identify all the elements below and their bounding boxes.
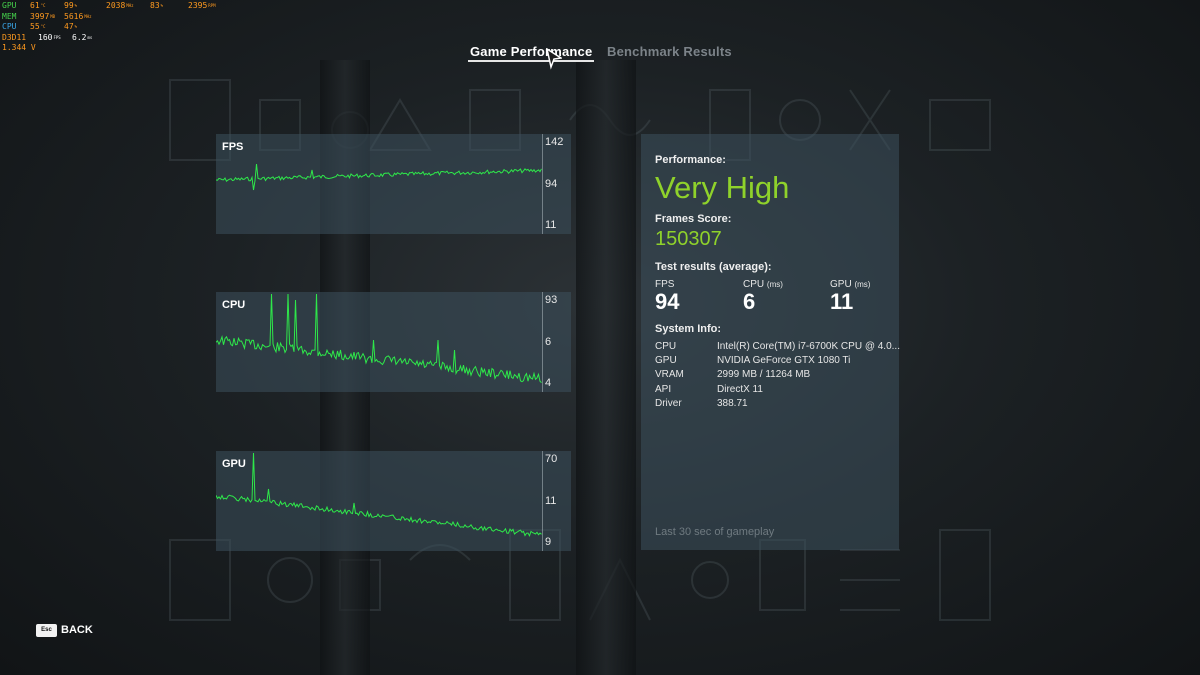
osd-label: GPU [2, 1, 17, 10]
osd-label: CPU [2, 22, 17, 31]
graph-axis [542, 292, 543, 392]
system-info-key-gpu: GPU [655, 355, 677, 366]
gpu-graph-panel: GPU 70 11 9 [216, 451, 571, 551]
mouse-cursor-icon [546, 48, 562, 70]
tab-bar: Game Performance Benchmark Results [0, 44, 1200, 66]
tick-label: 93 [545, 294, 558, 306]
system-info-key-api: API [655, 384, 672, 395]
frames-score-value: 150307 [655, 228, 722, 250]
osd-value: 160FPS [38, 32, 61, 42]
graph-axis [542, 451, 543, 551]
system-info-value-driver: 388.71 [717, 398, 748, 409]
osd-value: 47% [64, 22, 78, 31]
footnote-last-30-sec: Last 30 sec of gameplay [655, 526, 775, 538]
performance-summary-panel: Performance: Very High Frames Score: 150… [641, 134, 900, 550]
background-pillar-center [576, 60, 636, 675]
system-info-key-vram: VRAM [655, 369, 684, 380]
tick-label: 70 [545, 453, 558, 465]
system-info-value-gpu: NVIDIA GeForce GTX 1080 Ti [717, 355, 851, 366]
osd-value: 6.2ms [72, 32, 93, 42]
tick-label: 9 [545, 536, 552, 548]
performance-rating: Very High [655, 170, 790, 205]
tick-label: 6 [545, 336, 552, 348]
osd-label: D3D11 [2, 32, 27, 42]
cpu-graph-panel: CPU 93 6 4 [216, 292, 571, 392]
system-info-heading: System Info: [655, 323, 722, 335]
active-tab-underline [468, 60, 594, 62]
system-info-value-cpu: Intel(R) Core(TM) i7-6700K CPU @ 4.0... [717, 341, 900, 352]
tick-label: 142 [545, 136, 564, 148]
osd-value: 83% [150, 1, 164, 10]
performance-heading: Performance: [655, 154, 726, 166]
tick-label: 94 [545, 178, 558, 190]
osd-value: 2395RPM [188, 1, 216, 10]
system-info-value-vram: 2999 MB / 11264 MB [717, 369, 811, 380]
esc-key-icon: Esc [36, 624, 57, 637]
fps-graph-panel: FPS 142 94 11 [216, 134, 571, 234]
stat-value-fps: 94 [655, 289, 680, 314]
osd-value: 3997MB [30, 11, 56, 21]
tick-label: 11 [545, 219, 557, 231]
osd-value: 61°C [30, 1, 46, 10]
osd-label: MEM [2, 11, 17, 21]
tab-game-performance[interactable]: Game Performance [470, 44, 592, 59]
cpu-graph-line [216, 293, 542, 384]
osd-value: 55°C [30, 22, 46, 31]
system-info-key-cpu: CPU [655, 341, 677, 352]
tick-label: 4 [545, 377, 552, 389]
gpu-graph-line [216, 452, 542, 538]
back-label: BACK [61, 624, 93, 636]
tick-label: 11 [545, 495, 557, 507]
stat-value-gpu: 11 [830, 289, 854, 314]
osd-value: 99% [64, 1, 78, 10]
frames-score-heading: Frames Score: [655, 213, 732, 225]
fps-graph-line [216, 163, 542, 191]
test-results-heading: Test results (average): [655, 261, 772, 273]
stat-value-cpu: 6 [743, 289, 756, 314]
osd-value: 5616MHz [64, 11, 92, 21]
system-info-key-driver: Driver [655, 398, 682, 409]
graph-axis [542, 134, 543, 234]
system-info-value-api: DirectX 11 [717, 384, 763, 395]
osd-value: 2038MHz [106, 1, 134, 10]
tab-benchmark-results[interactable]: Benchmark Results [607, 44, 732, 59]
